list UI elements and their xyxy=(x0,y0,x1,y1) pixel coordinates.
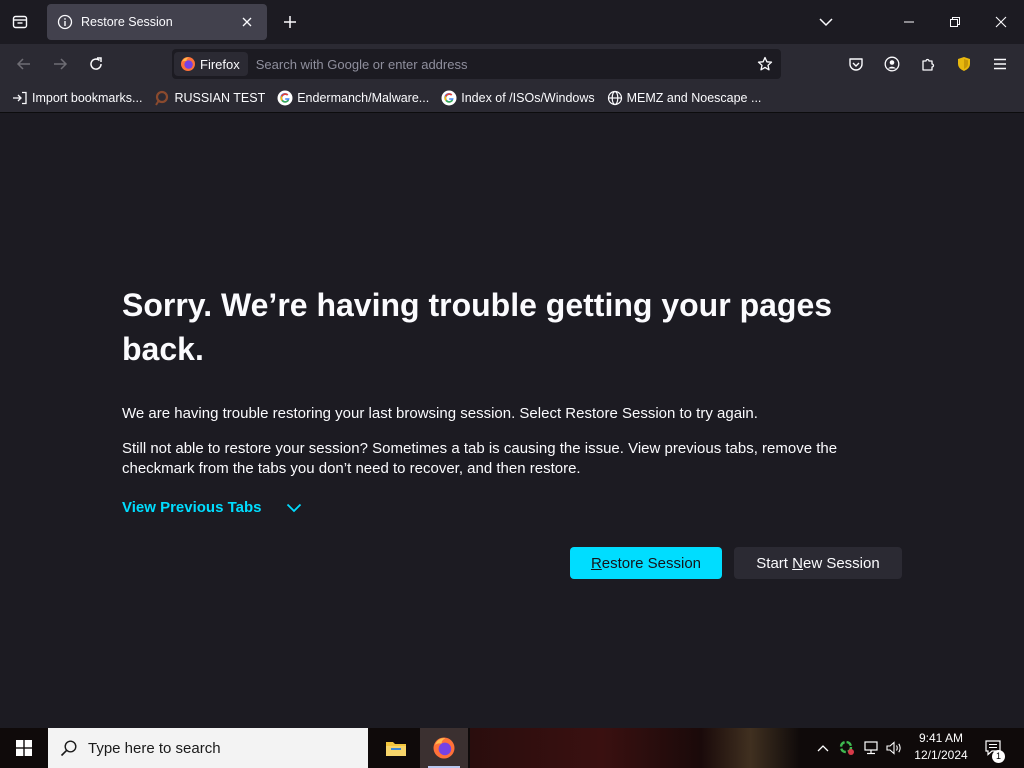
chevron-down-icon xyxy=(819,18,833,27)
windows-taskbar: Type here to search 9:41 AM 12/1/2024 1 xyxy=(0,728,1024,768)
access-key: N xyxy=(792,554,803,572)
folder-icon xyxy=(386,742,406,756)
page-title: Sorry. We’re having trouble getting your… xyxy=(122,287,833,367)
bookmark-label: MEMZ and Noescape ... xyxy=(626,91,762,105)
firefox-taskbar-button[interactable] xyxy=(420,728,468,768)
taskbar-background xyxy=(470,728,800,768)
notification-count-badge: 1 xyxy=(992,750,1005,763)
start-new-session-button[interactable]: Start New Session xyxy=(734,547,902,579)
pocket-button[interactable] xyxy=(842,50,870,78)
bookmark-label: Endermanch/Malware... xyxy=(297,91,430,105)
reload-button[interactable] xyxy=(80,48,112,80)
search-icon xyxy=(60,740,77,757)
clock-date: 12/1/2024 xyxy=(914,748,968,762)
identity-label: Firefox xyxy=(200,56,240,72)
identity-box[interactable]: Firefox xyxy=(174,52,248,76)
taskbar-search-box[interactable]: Type here to search xyxy=(48,728,368,768)
close-icon xyxy=(995,16,1007,28)
bookmark-endermanch[interactable]: Endermanch/Malware... xyxy=(273,86,433,110)
restore-window-button[interactable] xyxy=(932,0,978,44)
access-key: R xyxy=(590,554,602,572)
minimize-button[interactable] xyxy=(886,0,932,44)
hamburger-menu-icon xyxy=(994,58,1006,70)
adblock-extension-button[interactable] xyxy=(950,50,978,78)
globe-icon xyxy=(607,90,623,106)
page-content: Sorry. We’re having trouble getting your… xyxy=(0,113,1024,728)
pocket-icon xyxy=(849,58,863,71)
address-input[interactable] xyxy=(247,56,751,72)
bookmark-memz[interactable]: MEMZ and Noescape ... xyxy=(603,86,766,110)
minimize-icon xyxy=(904,21,914,23)
tray-app-icon[interactable] xyxy=(836,728,858,768)
tab-title: Restore Session xyxy=(81,15,173,29)
button-label: ew Session xyxy=(802,554,880,572)
google-icon xyxy=(441,90,457,106)
chevron-up-icon xyxy=(817,745,829,752)
url-bar[interactable]: Firefox xyxy=(172,49,781,79)
windows-logo-icon xyxy=(16,740,32,756)
bookmark-star-button[interactable] xyxy=(751,50,779,78)
bookmark-russian-test[interactable]: RUSSIAN TEST xyxy=(150,86,269,110)
bookmark-label: Index of /ISOs/Windows xyxy=(461,91,595,105)
bookmark-label: RUSSIAN TEST xyxy=(174,91,266,105)
star-icon xyxy=(757,56,773,71)
firefox-logo-icon xyxy=(433,737,455,759)
back-button[interactable] xyxy=(8,48,40,80)
account-icon xyxy=(884,56,900,72)
shield-icon xyxy=(958,57,970,71)
volume-tray-button[interactable] xyxy=(884,728,906,768)
restore-window-icon xyxy=(950,17,960,27)
navigation-toolbar: Firefox xyxy=(0,44,1024,84)
import-icon xyxy=(12,90,28,106)
restore-description: We are having trouble restoring your las… xyxy=(122,405,758,422)
plus-icon xyxy=(284,16,296,28)
firefox-logo-icon xyxy=(181,57,195,71)
arrow-left-icon xyxy=(16,58,30,70)
close-window-button[interactable] xyxy=(978,0,1024,44)
puzzle-icon xyxy=(922,58,935,71)
network-icon xyxy=(864,741,878,755)
troubleshoot-description: Still not able to restore your session? … xyxy=(122,440,838,477)
close-tab-icon[interactable] xyxy=(237,12,257,32)
reload-icon xyxy=(90,57,102,70)
bookmark-label: Import bookmarks... xyxy=(32,91,143,105)
app-menu-button[interactable] xyxy=(986,50,1014,78)
tab-restore-session[interactable]: Restore Session xyxy=(47,4,267,40)
start-button[interactable] xyxy=(0,728,48,768)
button-label-prefix: Start xyxy=(756,554,793,572)
file-explorer-taskbar-button[interactable] xyxy=(372,728,420,768)
restore-session-button[interactable]: Restore Session xyxy=(570,547,722,579)
network-tray-button[interactable] xyxy=(860,728,882,768)
list-all-tabs-button[interactable] xyxy=(803,0,849,44)
clock-time: 9:41 AM xyxy=(918,731,964,745)
firefox-view-icon xyxy=(12,15,28,29)
info-icon xyxy=(57,14,73,30)
firefox-view-button[interactable] xyxy=(6,8,34,36)
tab-strip: Restore Session xyxy=(0,0,1024,44)
show-hidden-icons-button[interactable] xyxy=(812,728,834,768)
bookmark-index-isos[interactable]: Index of /ISOs/Windows xyxy=(437,86,598,110)
button-label: estore Session xyxy=(601,554,702,572)
speaker-icon xyxy=(886,741,901,755)
taskbar-search-placeholder: Type here to search xyxy=(88,739,221,757)
arrow-right-icon xyxy=(54,58,68,70)
chevron-down-icon xyxy=(286,503,302,513)
extensions-button[interactable] xyxy=(914,50,942,78)
action-center-button[interactable]: 1 xyxy=(978,728,1008,768)
view-previous-tabs-label: View Previous Tabs xyxy=(122,499,262,516)
forward-button[interactable] xyxy=(44,48,76,80)
taskbar-clock[interactable]: 9:41 AM 12/1/2024 xyxy=(906,730,976,766)
account-button[interactable] xyxy=(878,50,906,78)
recycle-status-icon xyxy=(839,740,854,755)
magnifier-icon xyxy=(154,90,170,106)
view-previous-tabs-toggle[interactable]: View Previous Tabs xyxy=(122,499,302,516)
bookmarks-toolbar: Import bookmarks... RUSSIAN TEST Enderma… xyxy=(0,84,1024,113)
google-icon xyxy=(277,90,293,106)
new-tab-button[interactable] xyxy=(276,8,304,36)
bookmark-import[interactable]: Import bookmarks... xyxy=(8,86,146,110)
